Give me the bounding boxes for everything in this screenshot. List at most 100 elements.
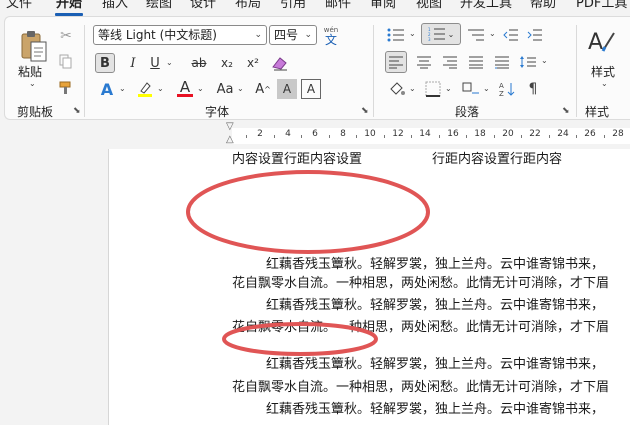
chinese-layout-dropdown-icon[interactable]: ⌄: [483, 84, 490, 93]
subscript-button[interactable]: x₂: [217, 53, 237, 73]
change-case-icon[interactable]: Aa: [215, 79, 235, 99]
font-color-swatch: [177, 93, 193, 97]
menu-insert[interactable]: 插入: [102, 0, 128, 12]
ruler-number: 22: [529, 129, 541, 139]
svg-text:A: A: [499, 82, 504, 90]
distributed-icon[interactable]: [491, 51, 513, 73]
decrease-indent-icon[interactable]: [501, 25, 521, 45]
header-text-left[interactable]: 内容设置行距内容设置: [232, 152, 362, 168]
first-line-indent-marker-icon[interactable]: ▽: [226, 121, 234, 132]
styles-dropdown-icon[interactable]: ⌄: [601, 79, 608, 88]
menu-design[interactable]: 设计: [190, 0, 216, 12]
menu-home[interactable]: 开始: [56, 0, 82, 12]
chevron-down-icon[interactable]: ⌄: [304, 26, 312, 44]
bold-button[interactable]: B: [95, 53, 115, 73]
ruler-tick: [329, 135, 330, 138]
ruler-number: 24: [557, 129, 569, 139]
justify-icon[interactable]: [465, 51, 487, 73]
paste-label[interactable]: 粘贴: [18, 63, 42, 80]
paragraph-launcher-icon[interactable]: ⬊: [562, 107, 571, 116]
ruler-tick: [466, 135, 467, 138]
ruler-number: 6: [312, 129, 318, 139]
font-size-combo[interactable]: 四号 ⌄: [269, 25, 317, 45]
ruler-number: 14: [419, 129, 431, 139]
paragraph-line[interactable]: 花自飘零水自流。一种相思，两处闲愁。此情无计可消除，才下眉: [232, 380, 609, 396]
svg-text:A: A: [588, 30, 603, 55]
char-shading-button[interactable]: A: [277, 79, 297, 99]
highlight-color-icon[interactable]: [135, 79, 155, 99]
show-marks-icon[interactable]: ¶: [523, 79, 543, 99]
font-name-value: 等线 Light (中文标题): [98, 28, 217, 42]
paragraph-line[interactable]: 花自飘零水自流。一种相思，两处闲愁。此情无计可消除，才下眉: [232, 276, 609, 292]
align-right-icon[interactable]: [439, 51, 461, 73]
horizontal-ruler[interactable]: ▽ △ 2 4 6 8 10 12 14 16 18 20 22 24 26 2…: [226, 121, 630, 145]
multilevel-dropdown-icon[interactable]: ⌄: [489, 29, 496, 38]
borders-dropdown-icon[interactable]: ⌄: [445, 84, 452, 93]
menu-references[interactable]: 引用: [280, 0, 306, 12]
paste-icon[interactable]: [17, 27, 51, 67]
paragraph-line[interactable]: 红藕香残玉簟秋。轻解罗裳，独上兰舟。云中谁寄锦书来，: [266, 402, 604, 418]
hanging-indent-marker-icon[interactable]: △: [226, 134, 234, 145]
menu-view[interactable]: 视图: [416, 0, 442, 12]
phonetic-guide-icon[interactable]: wén 文: [319, 23, 343, 47]
menu-layout[interactable]: 布局: [235, 0, 261, 12]
menu-developer[interactable]: 开发工具: [460, 0, 512, 12]
strikethrough-button[interactable]: ab: [188, 53, 210, 73]
chinese-layout-icon[interactable]: [461, 79, 481, 99]
text-effects-dropdown-icon[interactable]: ⌄: [119, 84, 126, 93]
align-left-button[interactable]: [385, 51, 407, 73]
ruler-number: 16: [447, 129, 459, 139]
menu-help[interactable]: 帮助: [530, 0, 556, 12]
clear-formatting-icon[interactable]: [269, 53, 291, 73]
svg-text:Z: Z: [499, 90, 504, 97]
increase-indent-icon[interactable]: [525, 25, 545, 45]
align-center-icon[interactable]: [413, 51, 435, 73]
font-color-dropdown-icon[interactable]: ⌄: [197, 84, 204, 93]
highlight-dropdown-icon[interactable]: ⌄: [157, 84, 164, 93]
ruler-tick: [521, 135, 522, 138]
paragraph-line[interactable]: 红藕香残玉簟秋。轻解罗裳，独上兰舟。云中谁寄锦书来，: [266, 298, 604, 314]
borders-icon[interactable]: [423, 79, 443, 99]
ruler-number: 4: [285, 129, 291, 139]
styles-label[interactable]: 样式: [591, 63, 615, 80]
paragraph-group-label: 段落: [455, 105, 480, 119]
styles-group-label: 样式: [585, 105, 610, 119]
shading-dropdown-icon[interactable]: ⌄: [409, 84, 416, 93]
ruler-tick: [301, 135, 302, 138]
font-launcher-icon[interactable]: ⬊: [361, 107, 370, 116]
superscript-button[interactable]: x²: [243, 53, 263, 73]
text-effects-button[interactable]: A: [97, 79, 117, 99]
multilevel-list-icon[interactable]: [465, 25, 487, 45]
chevron-down-icon[interactable]: ⌄: [254, 26, 262, 44]
cut-icon[interactable]: ✂: [57, 27, 75, 45]
change-case-dropdown-icon[interactable]: ⌄: [237, 84, 244, 93]
bullets-dropdown-icon[interactable]: ⌄: [409, 29, 416, 38]
bullets-icon[interactable]: [385, 25, 407, 45]
shading-icon[interactable]: [387, 79, 407, 99]
font-color-button[interactable]: A: [175, 77, 195, 97]
menu-review[interactable]: 审阅: [370, 0, 396, 12]
paste-dropdown-icon[interactable]: ⌄: [29, 79, 36, 88]
clipboard-launcher-icon[interactable]: ⬊: [73, 107, 82, 116]
menu-mailings[interactable]: 邮件: [325, 0, 351, 12]
font-group-label: 字体: [205, 105, 230, 119]
line-spacing-icon[interactable]: [517, 51, 539, 73]
underline-dropdown-icon[interactable]: ⌄: [166, 58, 173, 67]
char-border-icon[interactable]: A: [301, 79, 321, 99]
header-text-right[interactable]: 行距内容设置行距内容: [432, 152, 562, 168]
menu-file[interactable]: 文件: [6, 0, 32, 12]
sort-icon[interactable]: AZ: [497, 79, 517, 99]
ruler-tick: [604, 135, 605, 138]
format-painter-icon[interactable]: [57, 79, 75, 97]
ruler-tick: [356, 135, 357, 138]
menu-pdf-tools[interactable]: PDF工具: [576, 0, 627, 12]
styles-icon[interactable]: A: [587, 27, 617, 57]
numbering-button[interactable]: 123 ⌄: [421, 23, 461, 45]
line-spacing-dropdown-icon[interactable]: ⌄: [541, 56, 548, 65]
italic-button[interactable]: I: [123, 53, 143, 73]
copy-icon[interactable]: [57, 53, 75, 71]
underline-button[interactable]: U: [145, 53, 165, 73]
menu-draw[interactable]: 绘图: [146, 0, 172, 12]
grow-font-icon[interactable]: A ^: [253, 79, 273, 99]
font-name-combo[interactable]: 等线 Light (中文标题) ⌄: [93, 25, 267, 45]
